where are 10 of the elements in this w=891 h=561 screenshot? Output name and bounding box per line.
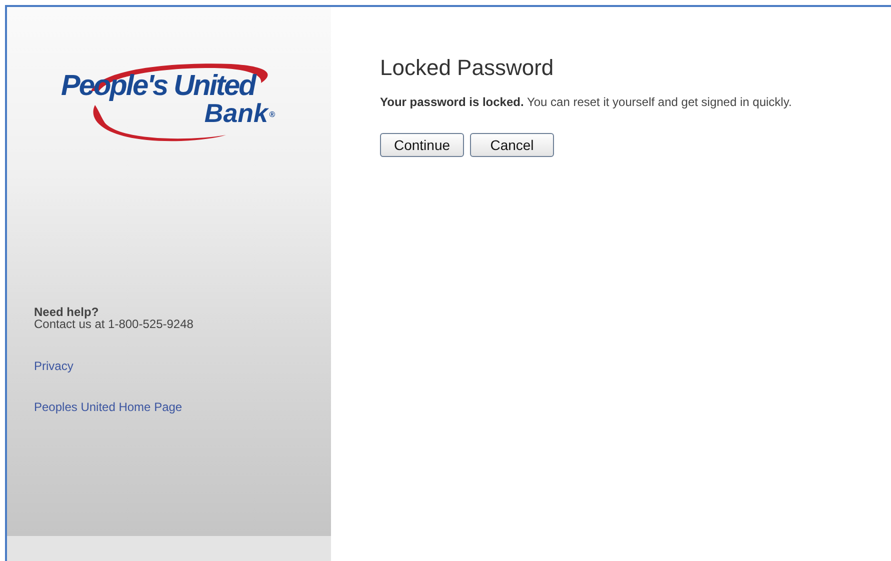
help-title: Need help? <box>34 306 100 318</box>
message-text: Your password is locked. You can reset it yourself and get signed in quickly. <box>380 95 792 109</box>
logo-text: People's United <box>61 71 255 101</box>
sidebar-link[interactable]: Privacy <box>34 359 74 373</box>
continue-button[interactable]: Continue <box>380 133 464 157</box>
sidebar-link[interactable]: Peoples United Home Page <box>34 400 182 414</box>
page-title: Locked Password <box>380 55 554 81</box>
help-text: Contact us at 1-800-525-9248 <box>34 318 194 331</box>
registered-mark: ® <box>269 109 275 121</box>
cancel-button[interactable]: Cancel <box>470 133 554 157</box>
